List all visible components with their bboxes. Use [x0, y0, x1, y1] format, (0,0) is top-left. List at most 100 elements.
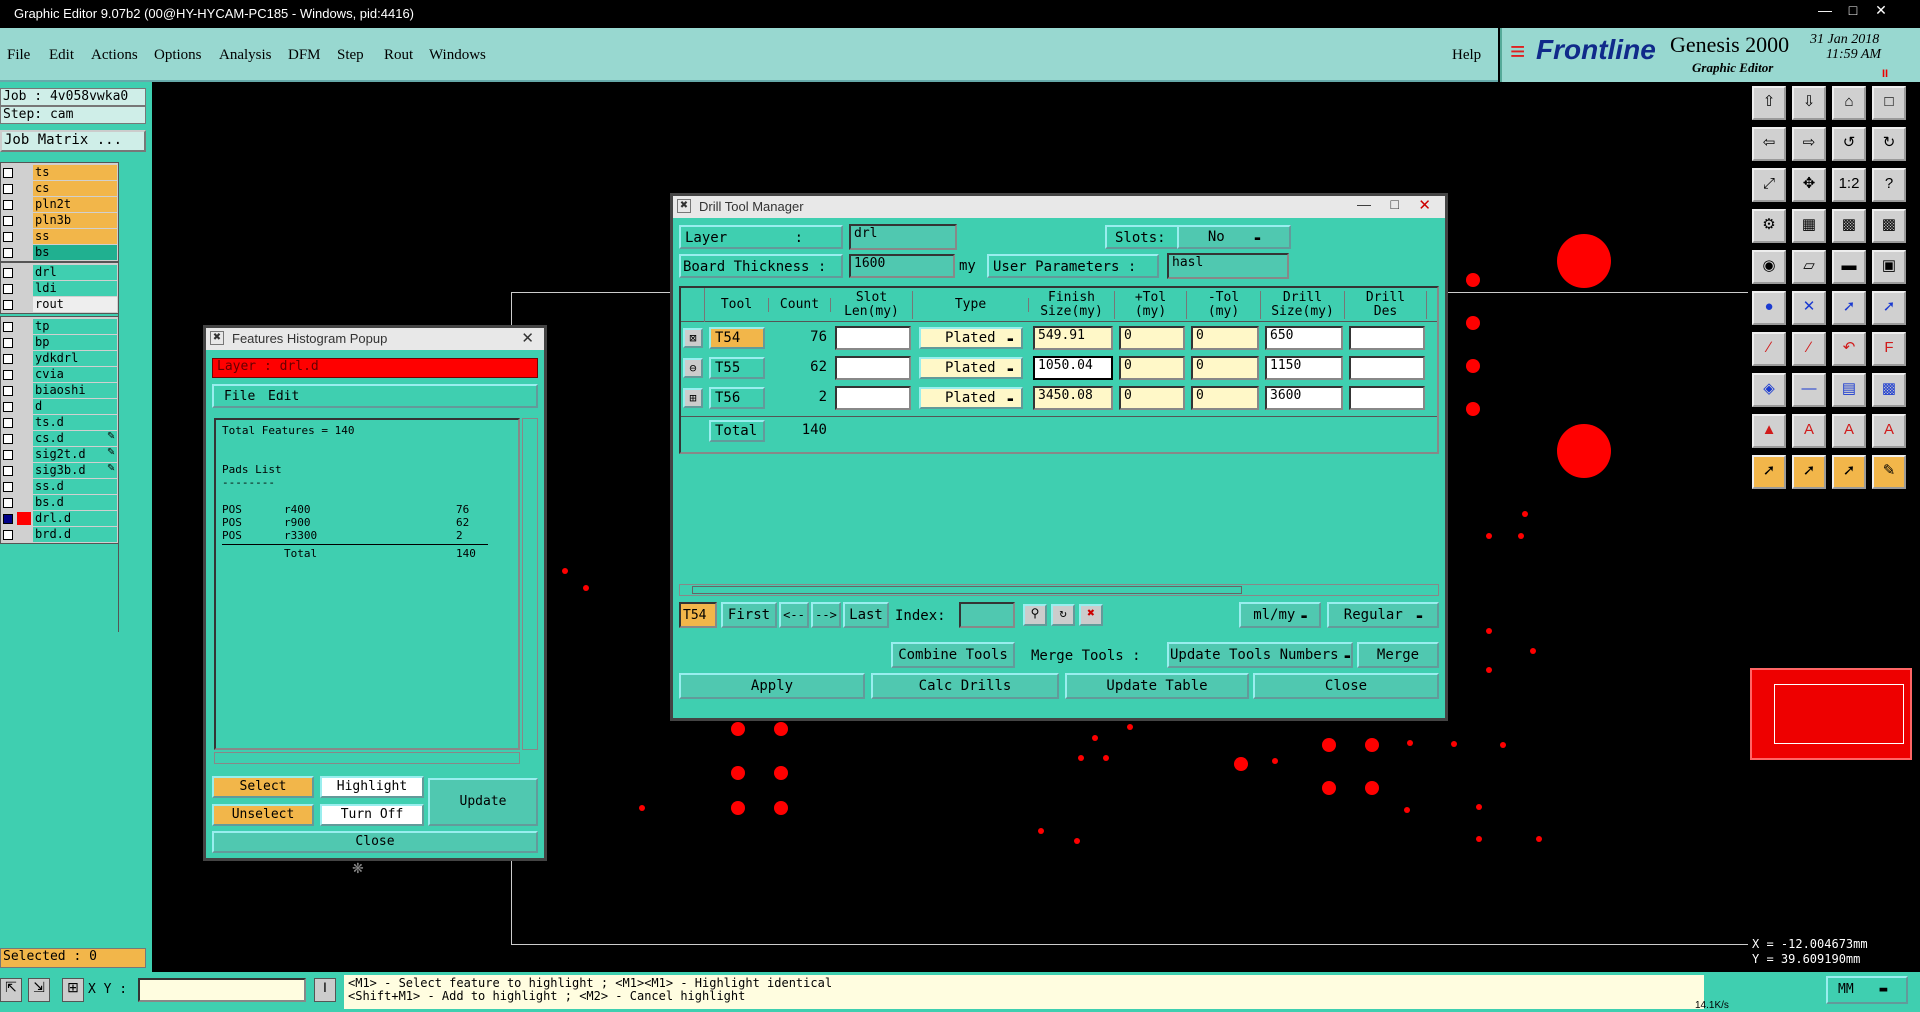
finish-size-input[interactable]: 549.91	[1033, 326, 1113, 350]
maximize-button[interactable]: □	[1840, 2, 1866, 20]
slots-dropdown[interactable]: No ▬	[1177, 225, 1291, 249]
tool-shape-icon[interactable]: ⊞	[683, 388, 703, 408]
finish-size-input[interactable]: 1050.04	[1033, 356, 1113, 380]
help-icon[interactable]: ?	[1872, 168, 1906, 202]
layer-checkbox[interactable]	[3, 418, 13, 428]
layer-row[interactable]: bs.d	[1, 495, 119, 511]
layer-row[interactable]: cs.d ✎	[1, 431, 119, 447]
hscroll-thumb[interactable]	[692, 586, 1242, 594]
layer-row[interactable]: ss.d	[1, 479, 119, 495]
letter-a-icon[interactable]: A	[1872, 414, 1906, 448]
minus-tol-input[interactable]: 0	[1191, 356, 1259, 380]
minus-tol-input[interactable]: 0	[1191, 326, 1259, 350]
rotate-right-icon[interactable]: ↻	[1872, 127, 1906, 161]
mode-dropdown[interactable]: Regular ▬	[1327, 602, 1439, 628]
tool-name[interactable]: T55	[709, 357, 765, 379]
tool-shape-icon[interactable]: ⊠	[683, 328, 703, 348]
cross-icon[interactable]: ✕	[1792, 291, 1826, 325]
right-icon[interactable]: ⇨	[1792, 127, 1826, 161]
ruler-icon[interactable]: ▬	[1832, 250, 1866, 284]
combine-tools-button[interactable]: Combine Tools	[891, 642, 1015, 668]
pan-icon[interactable]: ✥	[1792, 168, 1826, 202]
edit-icon[interactable]: ✎	[1872, 455, 1906, 489]
layer-checkbox[interactable]	[3, 514, 13, 524]
line-icon[interactable]: ∕	[1752, 332, 1786, 366]
layer-value[interactable]: drl	[849, 224, 957, 250]
pad-icon[interactable]: ◉	[1752, 250, 1786, 284]
plus-tol-input[interactable]: 0	[1119, 386, 1185, 410]
turn-off-button[interactable]: Turn Off	[320, 804, 424, 826]
tool-row[interactable]: ⊞ T56 2 Plated ▬ 3450.08 0 0 3600	[681, 384, 1437, 412]
highlight-button[interactable]: Highlight	[320, 776, 424, 798]
measure-mode-icon[interactable]: ⇲	[28, 978, 50, 1002]
arrow-icon[interactable]: ➚	[1872, 291, 1906, 325]
histogram-menu-file[interactable]: File	[224, 389, 255, 404]
select-icon[interactable]: ➚	[1752, 455, 1786, 489]
update-button[interactable]: Update	[428, 778, 538, 826]
layer-checkbox[interactable]	[3, 248, 13, 258]
down-icon[interactable]: ⇩	[1792, 86, 1826, 120]
drill-size-input[interactable]: 650	[1265, 326, 1343, 350]
select-icon[interactable]: ➚	[1832, 455, 1866, 489]
up-icon[interactable]: ⇧	[1752, 86, 1786, 120]
snap-icon[interactable]: ▩	[1872, 209, 1906, 243]
slot-len-input[interactable]	[835, 326, 911, 350]
close-icon[interactable]: ✕	[521, 329, 534, 347]
finish-size-input[interactable]: 3450.08	[1033, 386, 1113, 410]
letter-a-icon[interactable]: A	[1832, 414, 1866, 448]
layer-checkbox[interactable]	[3, 200, 13, 210]
menu-dfm[interactable]: DFM	[288, 47, 321, 64]
layer-checkbox[interactable]	[3, 184, 13, 194]
plus-tol-input[interactable]: 0	[1119, 356, 1185, 380]
menu-options[interactable]: Options	[154, 47, 202, 64]
menu-rout[interactable]: Rout	[384, 47, 413, 64]
menu-help[interactable]: Help	[1452, 47, 1481, 64]
snap-icon[interactable]: ▩	[1832, 209, 1866, 243]
next-button[interactable]: -->	[811, 602, 841, 628]
grid-mode-icon[interactable]: ⊞	[62, 978, 84, 1002]
menu-analysis[interactable]: Analysis	[219, 47, 272, 64]
search-icon[interactable]: ⚲	[1023, 604, 1047, 626]
last-button[interactable]: Last	[843, 602, 889, 628]
layer-row[interactable]: rout	[1, 297, 119, 313]
plus-tol-input[interactable]: 0	[1119, 326, 1185, 350]
frame-icon[interactable]: ▤	[1832, 373, 1866, 407]
type-dropdown[interactable]: Plated ▬	[919, 387, 1023, 409]
user-parameters-input[interactable]: hasl	[1167, 253, 1289, 279]
merge-button[interactable]: Merge	[1357, 642, 1439, 668]
close-window-button[interactable]: ✕	[1868, 2, 1894, 20]
layer-row[interactable]: d	[1, 399, 119, 415]
drill-des-input[interactable]	[1349, 356, 1425, 380]
index-input[interactable]	[959, 602, 1015, 628]
dtm-close-button[interactable]: Close	[1253, 673, 1439, 699]
layer-checkbox[interactable]	[3, 354, 13, 364]
layer-checkbox[interactable]	[3, 338, 13, 348]
drill-size-input[interactable]: 3600	[1265, 386, 1343, 410]
line-icon[interactable]: ∕	[1792, 332, 1826, 366]
layer-row[interactable]: pln3b	[1, 213, 119, 229]
close-icon[interactable]: ✕	[1418, 196, 1431, 214]
layer-checkbox[interactable]	[3, 434, 13, 444]
drill-des-input[interactable]	[1349, 326, 1425, 350]
layer-row[interactable]: bs	[1, 245, 119, 261]
layer-checkbox[interactable]	[3, 284, 13, 294]
board-thickness-input[interactable]: 1600	[849, 254, 955, 278]
minus-tol-input[interactable]: 0	[1191, 386, 1259, 410]
tool-name[interactable]: T56	[709, 387, 765, 409]
move-icon[interactable]: ◈	[1752, 373, 1786, 407]
zoom-fit-icon[interactable]: ⤢	[1752, 168, 1786, 202]
type-dropdown[interactable]: Plated ▬	[919, 357, 1023, 379]
layer-checkbox[interactable]	[3, 530, 13, 540]
histogram-menu-edit[interactable]: Edit	[268, 389, 299, 404]
tool-name[interactable]: T54	[709, 327, 765, 349]
drill-des-input[interactable]	[1349, 386, 1425, 410]
dash-icon[interactable]: —	[1792, 373, 1826, 407]
slot-len-input[interactable]	[835, 386, 911, 410]
minimize-button[interactable]: —	[1812, 2, 1838, 20]
job-matrix-button[interactable]: Job Matrix ...	[0, 130, 146, 152]
calc-drills-button[interactable]: Calc Drills	[871, 673, 1059, 699]
layer-checkbox[interactable]	[3, 300, 13, 310]
first-button[interactable]: First	[721, 602, 777, 628]
layer-row[interactable]: drl	[1, 265, 119, 281]
update-table-button[interactable]: Update Table	[1065, 673, 1249, 699]
